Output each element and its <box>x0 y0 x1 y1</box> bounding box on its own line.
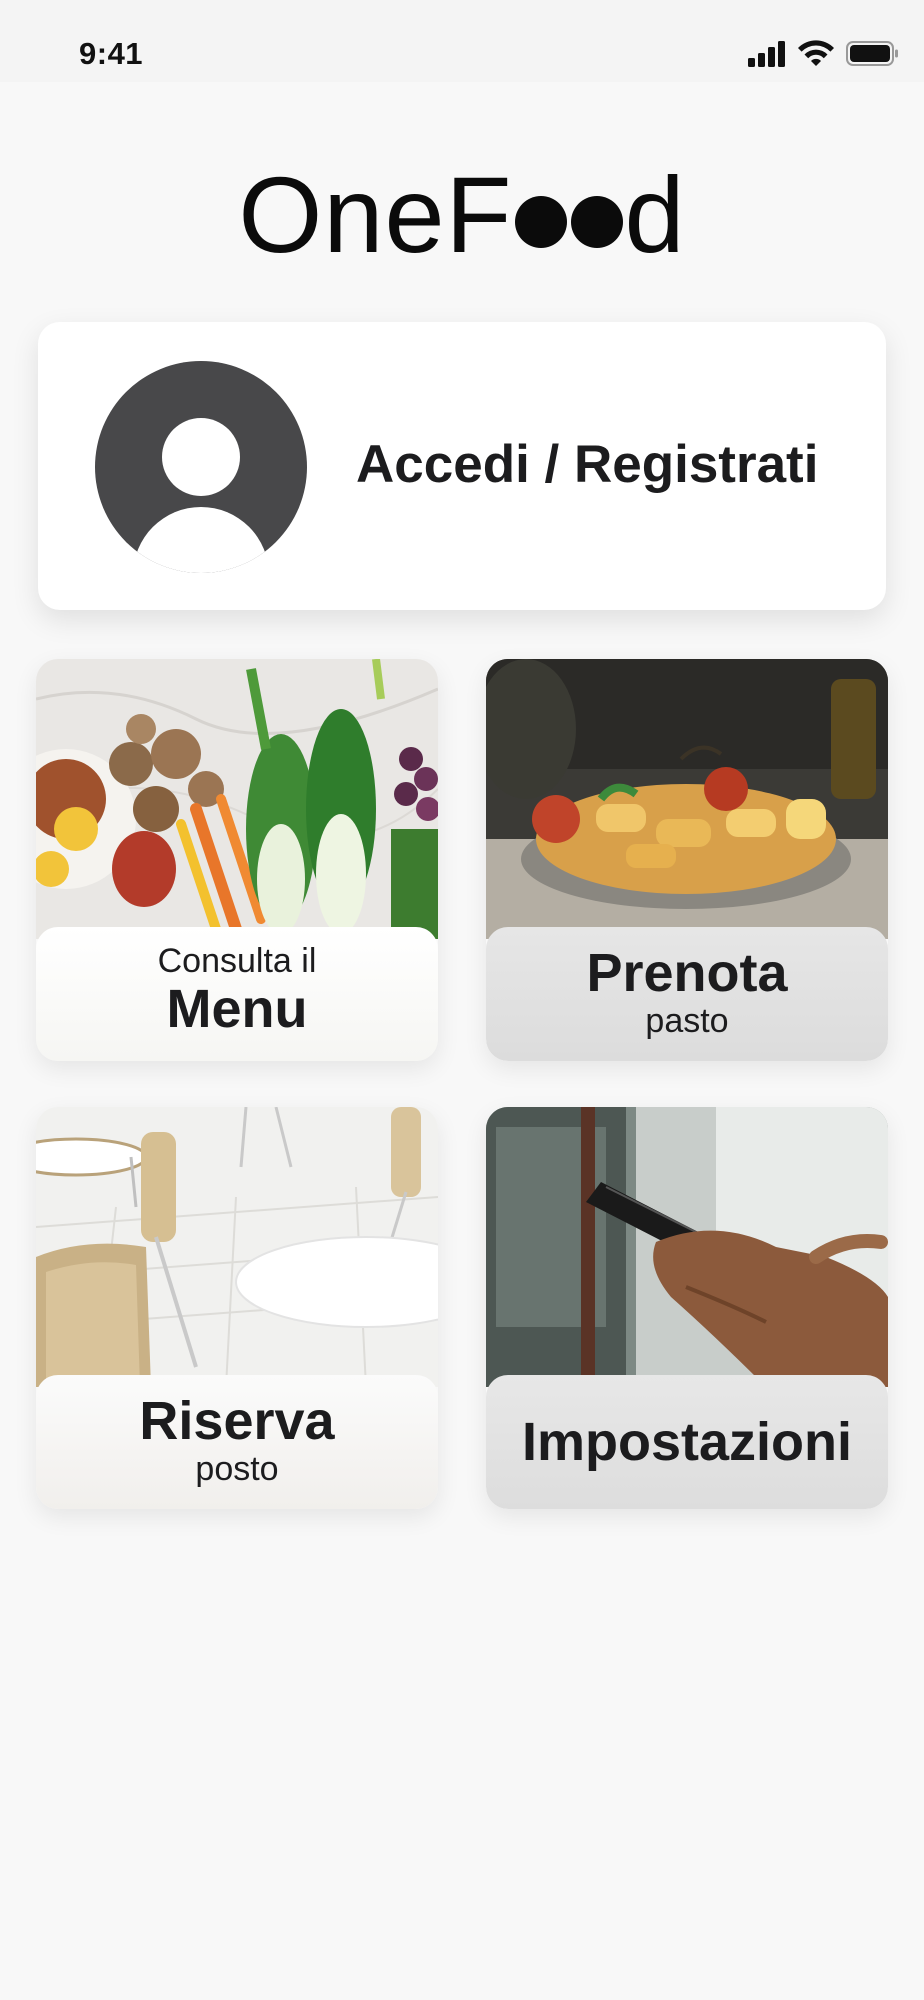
logo-text-suffix: d <box>624 154 686 275</box>
user-avatar-icon <box>95 361 307 573</box>
vegetables-photo <box>36 659 438 939</box>
menu-tile-title: Menu <box>166 979 308 1039</box>
avatar-head <box>162 418 240 496</box>
avatar-body <box>133 507 269 573</box>
wifi-icon <box>798 40 834 66</box>
prenota-tile-subtitle: pasto <box>645 1002 729 1040</box>
prenota-tile-caption: Prenota pasto <box>486 927 888 1061</box>
status-time: 9:41 <box>79 36 144 71</box>
menu-tile-subtitle: Consulta il <box>157 942 317 980</box>
logo-dot-icon <box>570 196 623 248</box>
login-register-label: Accedi / Registrati <box>356 435 819 494</box>
impostazioni-tile-title: Impostazioni <box>521 1412 852 1472</box>
login-register-card[interactable]: Accedi / Registrati <box>38 322 886 610</box>
logo-text-prefix: OneF <box>238 154 513 275</box>
riserva-tile-subtitle: posto <box>195 1450 279 1488</box>
cafeteria-chairs-photo <box>36 1107 438 1387</box>
riserva-tile-caption: Riserva posto <box>36 1375 438 1509</box>
prenota-tile[interactable]: Prenota pasto <box>486 659 888 1061</box>
home-screen: 9:41 OneF d Accedi / Registrati Consulta… <box>0 0 924 2000</box>
impostazioni-tile[interactable]: Impostazioni <box>486 1107 888 1509</box>
app-logo: OneF d <box>0 160 924 270</box>
riserva-tile-title: Riserva <box>139 1391 335 1451</box>
menu-tile-caption: Consulta il Menu <box>36 927 438 1061</box>
cellular-signal-icon <box>748 41 785 67</box>
logo-dot-icon <box>514 196 567 248</box>
status-icons <box>748 40 898 67</box>
status-bar: 9:41 <box>0 0 924 82</box>
menu-tile[interactable]: Consulta il Menu <box>36 659 438 1061</box>
battery-icon <box>846 41 898 66</box>
impostazioni-tile-caption: Impostazioni <box>486 1375 888 1509</box>
hand-holding-phone-photo <box>486 1107 888 1387</box>
pasta-dish-photo <box>486 659 888 939</box>
prenota-tile-title: Prenota <box>586 943 788 1003</box>
riserva-tile[interactable]: Riserva posto <box>36 1107 438 1509</box>
